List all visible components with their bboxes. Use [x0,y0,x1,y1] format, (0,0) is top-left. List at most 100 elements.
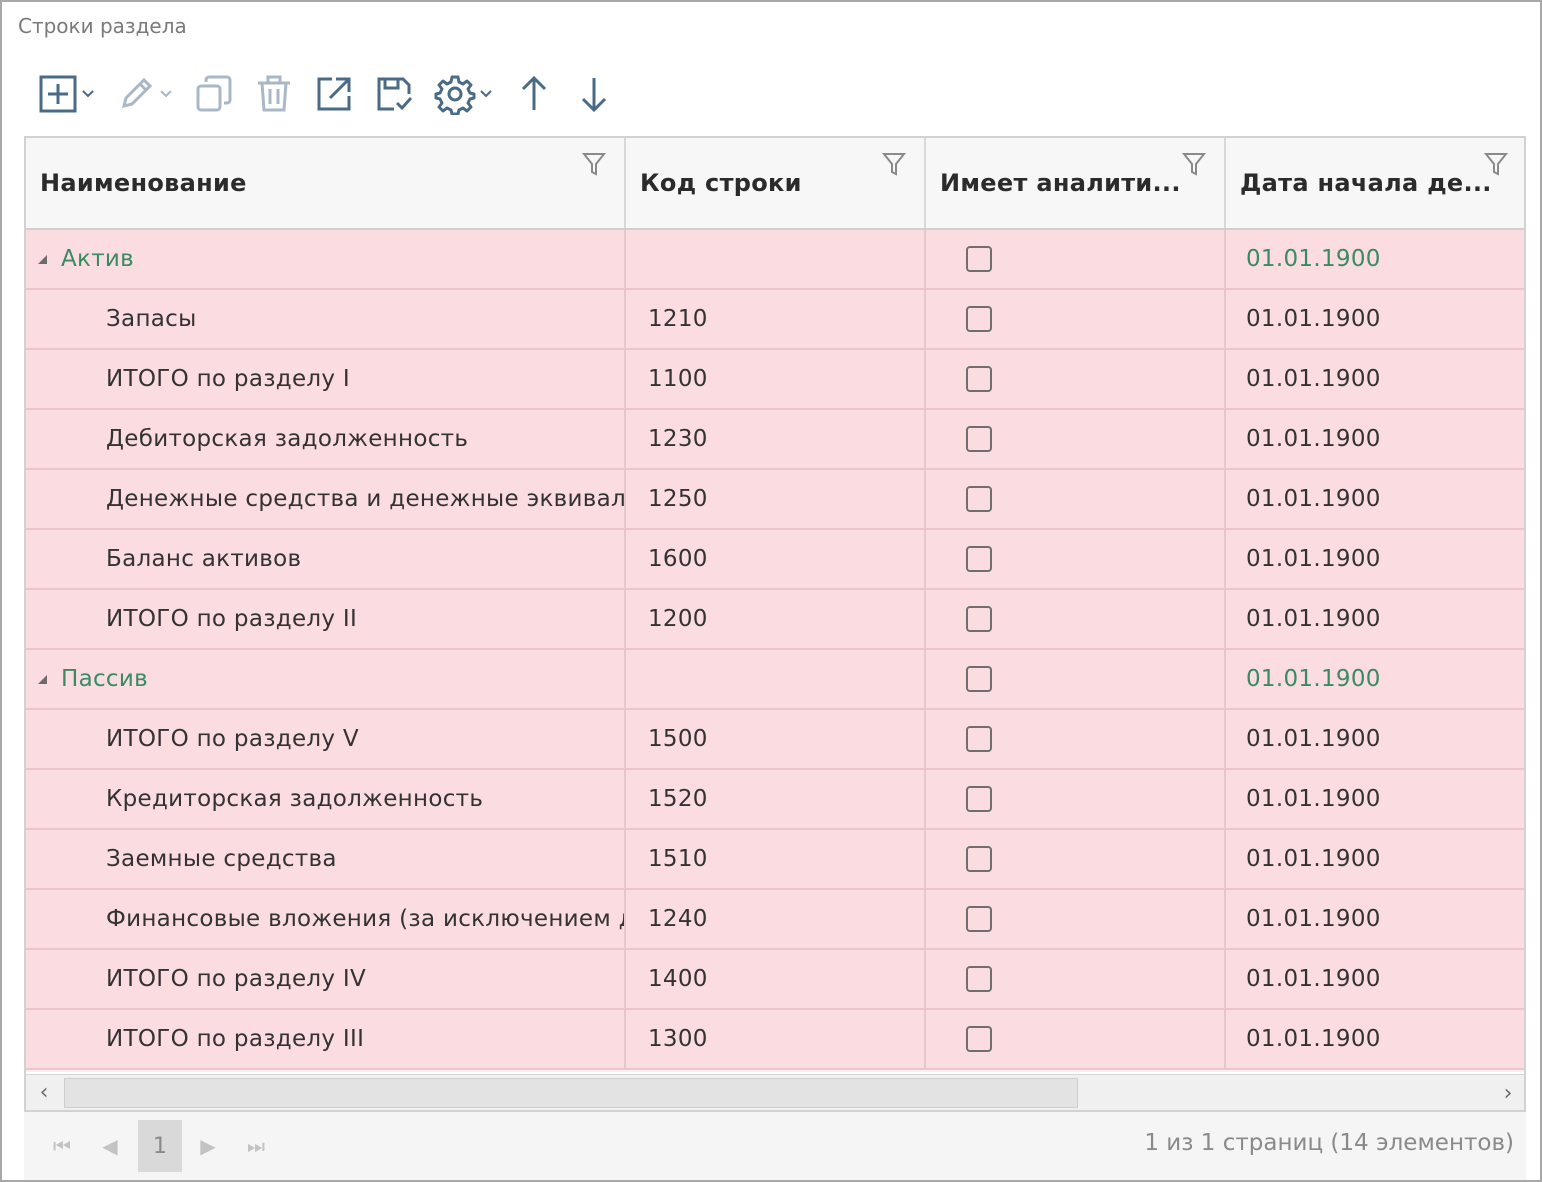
column-header-label: Код строки [640,169,802,197]
prev-page-icon[interactable]: ◀ [88,1120,132,1172]
next-page-icon[interactable]: ▶ [186,1120,230,1172]
filter-icon[interactable] [1484,152,1508,178]
code-cell: 1100 [626,350,926,408]
analytics-checkbox[interactable] [966,246,992,272]
column-header-code[interactable]: Код строки [626,138,926,228]
analytics-cell [926,890,1226,948]
analytics-cell [926,950,1226,1008]
collapse-triangle-icon[interactable] [38,674,47,684]
analytics-checkbox[interactable] [966,786,992,812]
arrow-down-icon [581,78,607,113]
analytics-cell [926,830,1226,888]
group-row[interactable]: Актив 01.01.1900 [26,230,1524,290]
pager: ⏮ ◀ 1 ▶ ⏭ 1 из 1 страниц (14 элементов) [24,1112,1526,1180]
column-header-label: Наименование [40,169,247,197]
current-page-button[interactable]: 1 [138,1120,182,1172]
pencil-icon [121,77,153,109]
analytics-checkbox[interactable] [966,426,992,452]
analytics-checkbox[interactable] [966,486,992,512]
date-cell: 01.01.1900 [1246,726,1381,752]
name-cell: Актив [26,230,626,288]
table-row[interactable]: ИТОГО по разделу V 1500 01.01.1900 [26,710,1524,770]
date-cell: 01.01.1900 [1246,786,1381,812]
name-cell: Дебиторская задолженность [26,410,626,468]
code-cell: 1400 [626,950,926,1008]
table-row[interactable]: Финансовые вложения (за исключением де 1… [26,890,1524,950]
add-button[interactable] [38,66,96,122]
first-page-icon[interactable]: ⏮ [40,1120,84,1172]
name-cell: ИТОГО по разделу III [26,1010,626,1068]
date-cell: 01.01.1900 [1246,966,1381,992]
grid-body: Актив 01.01.1900 Запасы 1210 01.01.1900 … [26,230,1524,1072]
grid-header: Наименование Код строки Имеет аналити...… [26,138,1524,230]
collapse-triangle-icon[interactable] [38,254,47,264]
pager-info: 1 из 1 страниц (14 элементов) [1144,1130,1514,1156]
table-row[interactable]: ИТОГО по разделу IV 1400 01.01.1900 [26,950,1524,1010]
analytics-checkbox[interactable] [966,846,992,872]
save-button[interactable] [374,66,414,122]
date-cell: 01.01.1900 [1246,1026,1381,1052]
delete-button[interactable] [254,66,294,122]
analytics-checkbox[interactable] [966,666,992,692]
settings-button[interactable] [434,66,494,122]
date-cell: 01.01.1900 [1246,546,1381,572]
table-row[interactable]: Баланс активов 1600 01.01.1900 [26,530,1524,590]
table-row[interactable]: Кредиторская задолженность 1520 01.01.19… [26,770,1524,830]
analytics-cell [926,650,1226,708]
filter-icon[interactable] [582,152,606,178]
date-cell: 01.01.1900 [1246,246,1381,272]
scroll-left-icon[interactable]: ‹ [26,1075,62,1111]
analytics-checkbox[interactable] [966,906,992,932]
date-cell: 01.01.1900 [1246,306,1381,332]
column-header-analytics[interactable]: Имеет аналити... [926,138,1226,228]
analytics-cell [926,1010,1226,1068]
date-cell: 01.01.1900 [1246,666,1381,692]
last-page-icon[interactable]: ⏭ [234,1120,278,1172]
analytics-checkbox[interactable] [966,366,992,392]
table-row[interactable]: ИТОГО по разделу II 1200 01.01.1900 [26,590,1524,650]
table-row[interactable]: Дебиторская задолженность 1230 01.01.190… [26,410,1524,470]
analytics-checkbox[interactable] [966,546,992,572]
analytics-checkbox[interactable] [966,606,992,632]
name-cell: ИТОГО по разделу V [26,710,626,768]
scroll-right-icon[interactable]: › [1490,1075,1524,1110]
filter-icon[interactable] [882,152,906,178]
move-down-button[interactable] [574,66,614,122]
filter-icon[interactable] [1182,152,1206,178]
name-cell: Кредиторская задолженность [26,770,626,828]
group-row[interactable]: Пассив 01.01.1900 [26,650,1524,710]
edit-button[interactable] [116,66,174,122]
column-header-start-date[interactable]: Дата начала де... [1226,138,1524,228]
code-cell: 1500 [626,710,926,768]
open-external-icon [317,77,351,111]
analytics-cell [926,590,1226,648]
trash-icon [258,75,290,112]
code-cell: 1520 [626,770,926,828]
table-row[interactable]: ИТОГО по разделу I 1100 01.01.1900 [26,350,1524,410]
table-row[interactable]: Заемные средства 1510 01.01.1900 [26,830,1524,890]
table-row[interactable]: Запасы 1210 01.01.1900 [26,290,1524,350]
group-label: Пассив [61,666,148,692]
chevron-down-icon [480,90,492,98]
analytics-checkbox[interactable] [966,1026,992,1052]
move-up-button[interactable] [514,66,554,122]
analytics-checkbox[interactable] [966,966,992,992]
column-header-label: Имеет аналити... [940,169,1181,197]
copy-button[interactable] [194,66,234,122]
name-cell: Пассив [26,650,626,708]
arrow-up-icon [521,75,547,110]
analytics-cell [926,710,1226,768]
open-button[interactable] [314,66,354,122]
column-header-name[interactable]: Наименование [26,138,626,228]
name-cell: ИТОГО по разделу I [26,350,626,408]
panel-title: Строки раздела [18,14,187,38]
scrollbar-thumb[interactable] [64,1078,1078,1108]
analytics-checkbox[interactable] [966,306,992,332]
table-row[interactable]: Денежные средства и денежные эквивален 1… [26,470,1524,530]
analytics-checkbox[interactable] [966,726,992,752]
date-cell: 01.01.1900 [1246,846,1381,872]
table-row[interactable]: ИТОГО по разделу III 1300 01.01.1900 [26,1010,1524,1070]
copy-icon [196,75,232,112]
horizontal-scrollbar[interactable]: ‹ › [26,1074,1524,1111]
date-cell: 01.01.1900 [1246,606,1381,632]
